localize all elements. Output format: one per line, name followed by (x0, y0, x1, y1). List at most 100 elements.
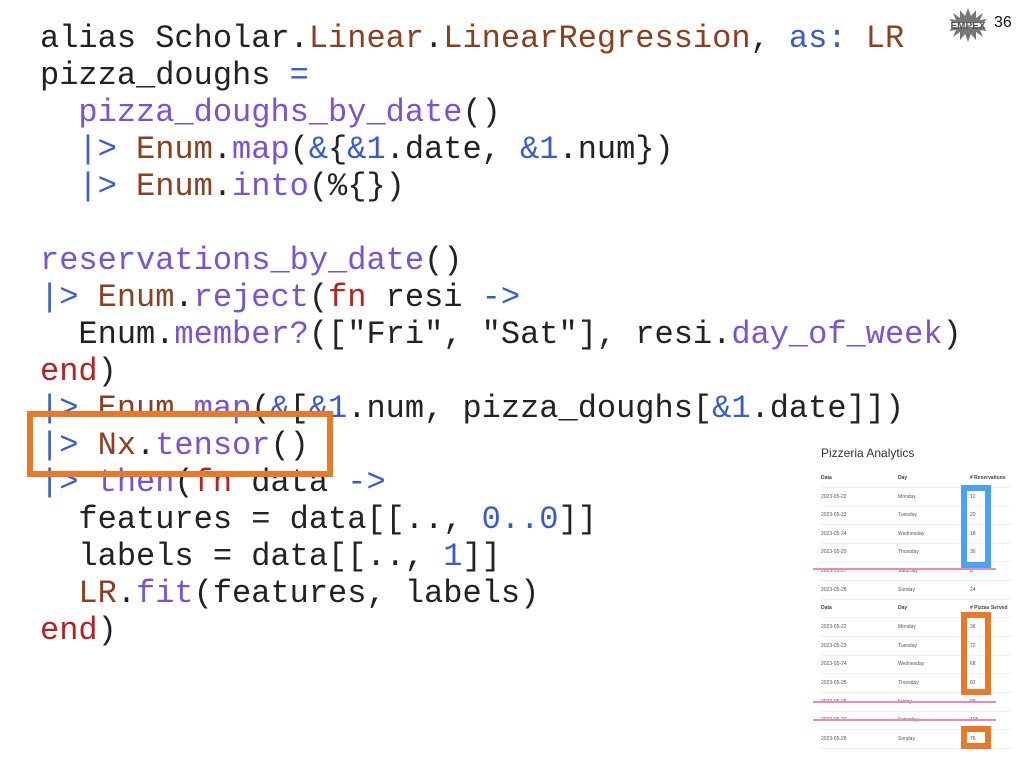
code-token: LR (78, 575, 117, 612)
table-cell: 2023-05-25 (821, 680, 847, 686)
table-cell: Day (898, 605, 908, 612)
code-line: pizza_doughs = (40, 57, 962, 94)
code-token: (features, labels) (193, 575, 540, 612)
code-token: .date]]) (750, 390, 905, 427)
code-token: pizza_doughs_by_date (78, 94, 463, 131)
table-cell: Thursday (898, 680, 919, 686)
code-token: day_of_week (731, 316, 943, 353)
code-token: &1 (520, 131, 559, 168)
svg-text:EMPEX: EMPEX (950, 21, 985, 32)
code-token: into (232, 168, 309, 205)
table-cell: # Pizzas Served (970, 605, 1008, 612)
code-token: . (116, 575, 137, 612)
table-cell: 2023-05-23 (821, 512, 847, 519)
pizzeria-analytics-table: Pizzeria Analytics Data Day # Reservations… (821, 446, 1011, 750)
code-token: reservations_by_date (40, 242, 425, 279)
code-token: pizza_doughs (40, 57, 290, 94)
code-token: () (424, 242, 463, 279)
code-token: . (155, 316, 175, 353)
code-token: &1 (712, 390, 751, 427)
code-token: Enum (40, 316, 156, 353)
code-token: fit (136, 575, 194, 612)
code-token: Linear (308, 20, 425, 57)
code-token: |> (78, 168, 117, 205)
code-line: alias Scholar.Linear.LinearRegression, a… (40, 20, 962, 57)
table-cell: 2023-05-28 (821, 736, 847, 743)
code-token: &1 (347, 131, 386, 168)
code-token: resi (366, 279, 482, 316)
table-row: 2023-05-28 Sunday 24 (821, 580, 1011, 600)
code-token: (["Fri", "Sat"], resi. (308, 316, 732, 353)
table-cell: Tuesday (898, 642, 917, 649)
highlight-box-pizzas (961, 612, 991, 695)
table-cell: Tuesday (898, 512, 917, 519)
table-cell: Monday (898, 623, 916, 630)
code-token: -> (347, 464, 386, 501)
table-cell: Day (898, 475, 908, 481)
strike-line (813, 701, 996, 703)
table-cell: 2023-05-22 (821, 623, 847, 630)
code-token: (%{}) (308, 168, 405, 205)
table-cell: 2023-05-23 (821, 642, 847, 649)
table-cell: Wednesday (898, 530, 925, 537)
code-token: . (212, 131, 233, 168)
code-token: Enum (136, 131, 213, 168)
table-cell: 2023-05-28 (821, 586, 847, 593)
code-token: fn (328, 279, 367, 316)
code-token: .num}) (558, 131, 674, 168)
code-token: () (462, 94, 501, 131)
code-token: Enum (136, 168, 213, 205)
code-token: ]] (462, 538, 501, 575)
code-line: Enum.member?(["Fri", "Sat"], resi.day_of… (40, 316, 962, 353)
code-line: |> Enum.map(&{&1.date, &1.num}) (40, 131, 962, 168)
code-token: reject (193, 279, 309, 316)
table-cell: Wednesday (898, 661, 925, 668)
code-token: { (328, 131, 348, 168)
code-line: end) (40, 353, 962, 390)
code-line: |> Enum.reject(fn resi -> (40, 279, 962, 316)
table-cell: Data (821, 605, 832, 612)
code-token: 1 (443, 538, 463, 575)
code-token: . (424, 20, 444, 57)
code-token: as: (788, 20, 847, 57)
table-cell: Sunday (898, 586, 915, 593)
code-token: ]] (558, 501, 597, 538)
code-token: map (232, 131, 290, 168)
table-cell: 2023-05-24 (821, 661, 847, 668)
code-token: ( (289, 131, 309, 168)
code-token: ) (942, 316, 962, 353)
code-token: . (174, 279, 194, 316)
code-token: . (289, 20, 309, 57)
table-cell: # Reservations (970, 475, 1006, 481)
strike-line (813, 719, 996, 721)
table-cell: 2023-05-22 (821, 493, 847, 500)
table-cell: Data (821, 475, 832, 481)
empex-logo: EMPEX (949, 8, 987, 42)
code-line: pizza_doughs_by_date() (40, 94, 962, 131)
code-token: .num, pizza_doughs[ (347, 390, 713, 427)
code-token: ( (308, 279, 329, 316)
code-token: ) (97, 612, 117, 649)
code-token: & (308, 131, 329, 168)
analytics-title: Pizzeria Analytics (821, 446, 915, 460)
code-token: |> (40, 279, 79, 316)
code-token: member? (174, 316, 309, 353)
code-token: Enum (97, 279, 175, 316)
code-token: LR (865, 20, 905, 57)
code-token: .date, (385, 131, 521, 168)
table-cell: 2023-05-24 (821, 530, 847, 537)
code-token: . (212, 168, 233, 205)
code-token: |> (78, 131, 117, 168)
table-cell: Thursday (898, 549, 919, 556)
slide-number: 36 (994, 14, 1012, 31)
code-token: 0..0 (481, 501, 559, 538)
code-token: LinearRegression (443, 20, 751, 57)
table-cell: Monday (898, 493, 916, 500)
code-line: reservations_by_date() (40, 242, 962, 279)
